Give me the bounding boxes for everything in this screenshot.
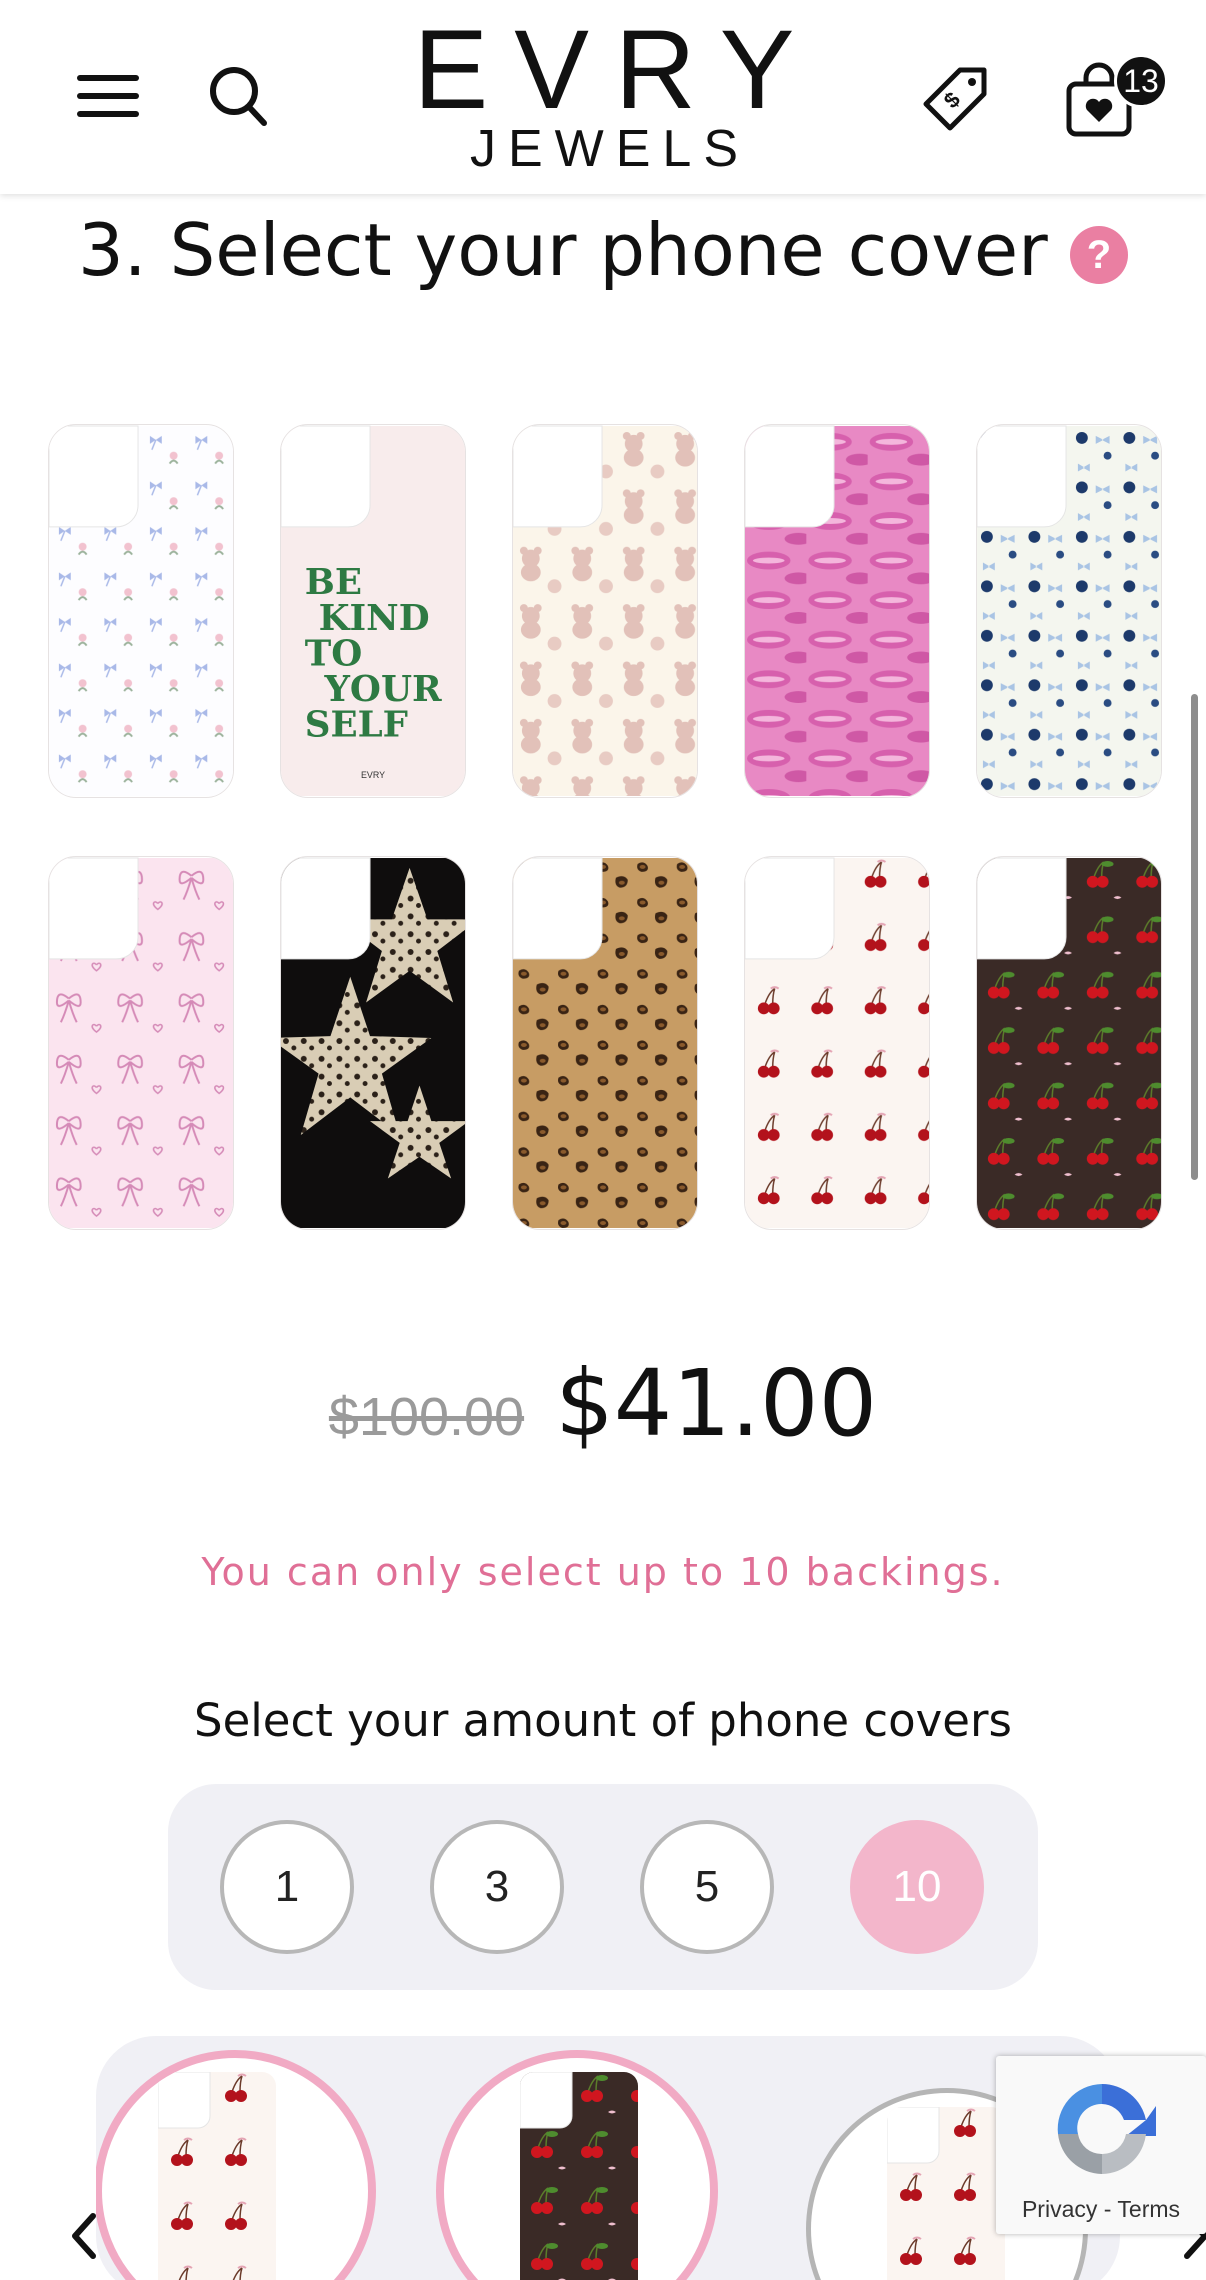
cover-option-teddy-bears[interactable] — [512, 424, 698, 798]
selected-cover-cherries-cream[interactable] — [96, 2050, 376, 2280]
price-tag-icon[interactable]: $ — [912, 56, 998, 142]
cart-count-badge: 13 — [1114, 54, 1168, 108]
cover-amount-selector: 1 3 5 10 — [168, 1784, 1038, 1990]
cover-option-pink-lips[interactable] — [744, 424, 930, 798]
section-title: 3. Select your phone cover — [78, 208, 1048, 292]
selection-limit-message: You can only select up to 10 backings. — [201, 1550, 1005, 1594]
price-display: $100.00 $41.00 — [0, 1350, 1206, 1457]
recaptcha-links: Privacy - Terms — [996, 2196, 1206, 2223]
help-icon[interactable]: ? — [1070, 226, 1128, 284]
recaptcha-privacy-link[interactable]: Privacy — [1022, 2196, 1097, 2222]
cover-brand-mark: EVRY — [361, 770, 385, 780]
cover-option-blue-bows[interactable] — [48, 424, 234, 798]
recaptcha-badge[interactable]: Privacy - Terms — [996, 2056, 1206, 2234]
cover-option-pink-bows[interactable] — [48, 856, 234, 1230]
cover-option-leopard[interactable] — [512, 856, 698, 1230]
page-scrollbar[interactable] — [1191, 694, 1198, 1180]
be-kind-line-5: SELF — [305, 705, 408, 746]
cover-option-leopard-stars[interactable] — [280, 856, 466, 1230]
search-icon[interactable] — [198, 56, 278, 136]
original-price: $100.00 — [328, 1387, 525, 1447]
hamburger-menu-icon[interactable] — [70, 58, 145, 133]
site-header: EVRY JEWELS $ 13 — [0, 0, 1206, 194]
logo-wordmark: EVRY — [413, 7, 821, 132]
recaptcha-icon — [1057, 2084, 1156, 2174]
carousel-prev-arrow-icon[interactable] — [62, 2206, 106, 2266]
recaptcha-terms-link[interactable]: Terms — [1117, 2196, 1180, 2222]
brand-logo[interactable]: EVRY JEWELS — [380, 14, 830, 184]
amount-option-5[interactable]: 5 — [640, 1820, 774, 1954]
svg-text:$: $ — [939, 87, 965, 113]
cover-option-cherries-cream[interactable] — [744, 856, 930, 1230]
amount-label: Select your amount of phone covers — [194, 1694, 1012, 1747]
amount-option-10[interactable]: 10 — [850, 1820, 984, 1954]
selected-covers-carousel — [96, 2036, 1120, 2280]
recaptcha-separator: - — [1097, 2196, 1118, 2222]
sale-price: $41.00 — [555, 1350, 878, 1457]
amount-option-1[interactable]: 1 — [220, 1820, 354, 1954]
amount-option-3[interactable]: 3 — [430, 1820, 564, 1954]
cover-option-cherries-dark[interactable] — [976, 856, 1162, 1230]
cover-option-blue-dots-bows[interactable] — [976, 424, 1162, 798]
selected-cover-cherries-dark[interactable] — [436, 2050, 718, 2280]
shopping-bag-heart-icon[interactable]: 13 — [1052, 50, 1168, 140]
cover-option-be-kind[interactable]: BE KIND TO YOUR SELF EVRY — [280, 424, 466, 798]
